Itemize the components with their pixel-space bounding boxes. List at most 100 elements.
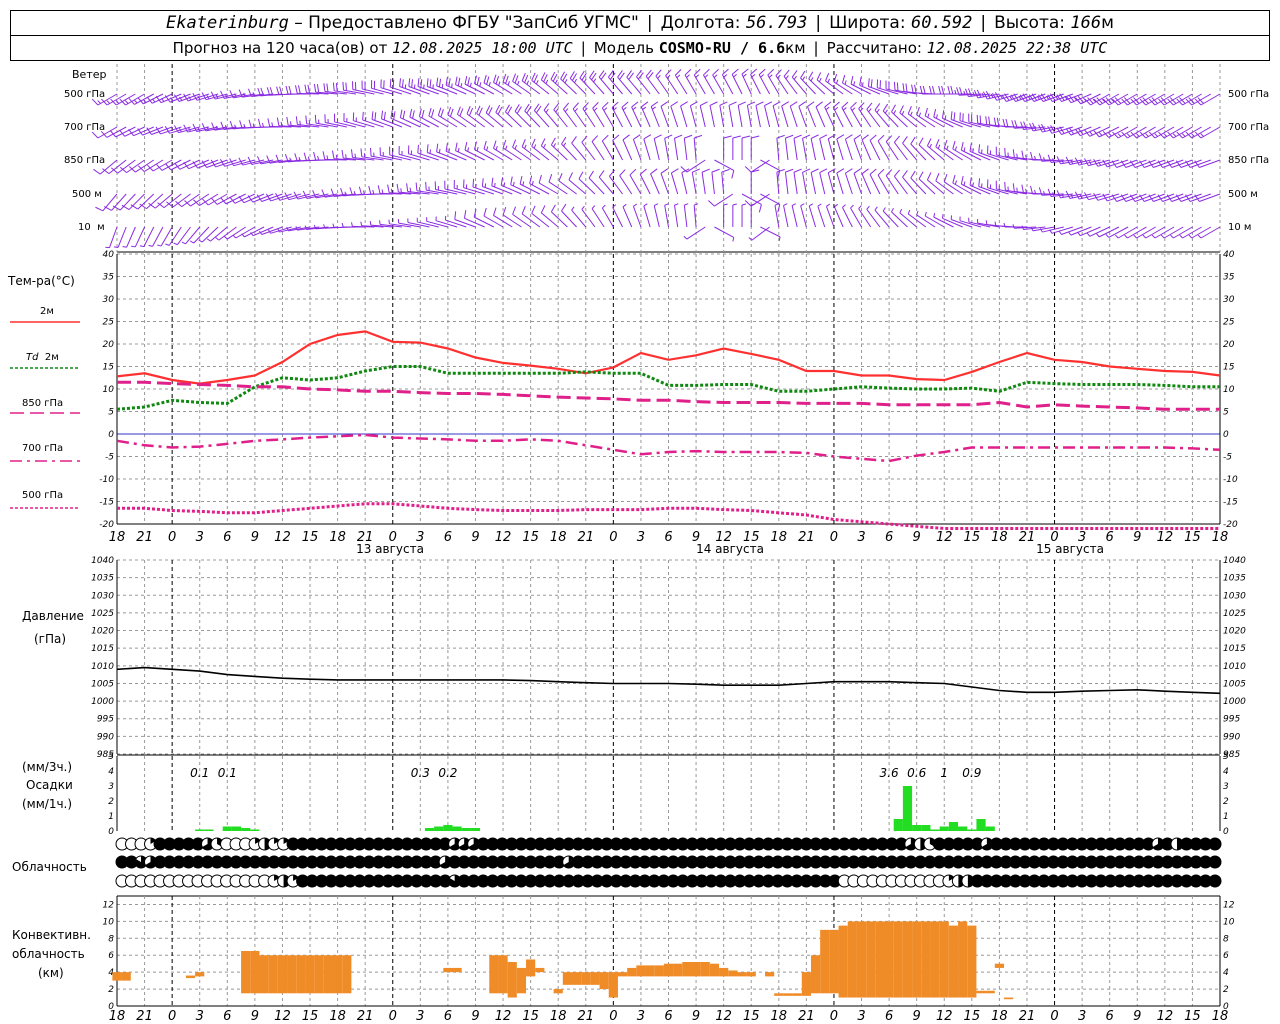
wind-barb-staff (592, 108, 605, 128)
wind-barb-staff (719, 105, 725, 128)
wind-barb-feather (824, 101, 832, 108)
wind-barb-half (280, 121, 283, 126)
wind-barb-feather (693, 134, 703, 139)
temp-x-tick: 21 (798, 530, 815, 545)
wind-barb-feather (670, 101, 679, 107)
conv-x-tick: 9 (913, 1009, 921, 1024)
wind-barb-staff (841, 107, 853, 128)
temp-tick-right: 35 (1223, 273, 1235, 283)
wind-barb-staff (143, 226, 155, 247)
wind-barb-half (1086, 232, 1091, 237)
conv-bar (443, 967, 453, 973)
wind-barb-half (522, 181, 525, 186)
conv-bar (875, 921, 885, 998)
wind-barb-feather (440, 109, 444, 118)
conv-tick-left: 6 (108, 951, 114, 961)
wind-barb-half (593, 78, 597, 83)
conv-x-tick: 12 (715, 1009, 732, 1024)
wind-barb-half (369, 220, 372, 226)
wind-barb-feather (896, 82, 899, 91)
wind-barb-feather (316, 84, 320, 93)
wind-barb (631, 101, 642, 128)
wind-barb-staff (808, 205, 817, 228)
wind-barb-staff (819, 138, 826, 161)
wind-barb-staff (810, 138, 817, 161)
wind-barb (358, 186, 384, 196)
wind-barb-feather (654, 134, 662, 140)
temp-tick-left: 5 (108, 408, 114, 418)
wind-barb-half (1098, 132, 1103, 136)
wind-barb (105, 226, 118, 249)
wind-barb-staff (380, 87, 403, 95)
wind-barb-staff (154, 193, 173, 209)
wind-barb-feather (853, 134, 862, 140)
wind-barb (1021, 150, 1046, 161)
conv-bar (746, 972, 756, 977)
wind-barb-staff (152, 159, 173, 172)
wind-barb-half (181, 241, 186, 245)
wind-barb-half (1197, 234, 1202, 239)
wind-barb (612, 134, 623, 161)
wind-barb (426, 217, 449, 228)
precip-3h-total: 3.6 (880, 766, 899, 780)
wind-barb-feather (902, 83, 905, 92)
wind-barb-half (1124, 234, 1128, 239)
wind-barb-staff (750, 159, 770, 173)
wind-barb-feather (731, 68, 739, 75)
wind-barb (674, 134, 683, 161)
wind-barb-staff (793, 172, 798, 195)
wind-barb-feather (969, 143, 972, 152)
wind-barb-staff (1189, 159, 1211, 168)
wind-barb-staff (802, 172, 807, 195)
wind-barb (601, 204, 614, 228)
conv-bar (185, 975, 196, 979)
wind-barb-feather (429, 79, 432, 88)
precip-bar (250, 829, 260, 831)
wind-barb-half (751, 203, 756, 206)
wind-barb-feather (533, 74, 538, 83)
wind-barb-feather (741, 135, 751, 139)
wind-barb-feather (867, 78, 870, 87)
wind-barb (732, 135, 741, 160)
wind-barb-half (684, 203, 689, 206)
wind-barb-feather (926, 138, 932, 147)
wind-barb-feather (1047, 154, 1052, 163)
wind-barb-staff (601, 140, 614, 161)
conv-tick-left: 8 (108, 934, 114, 944)
wind-barb-feather (798, 101, 806, 107)
conv-bar (571, 972, 582, 985)
wind-barb-feather (841, 74, 846, 84)
wind-barb-half (232, 234, 237, 239)
conv-bar (342, 955, 352, 994)
wind-barb-staff (674, 205, 679, 228)
wind-barb (943, 139, 963, 161)
wind-barb-feather (853, 168, 862, 174)
wind-barb (994, 221, 1018, 228)
temp-x-tick: 18 (109, 530, 126, 545)
wind-barb-feather (953, 112, 956, 121)
conv-x-tick: 15 (743, 1009, 760, 1024)
wind-barb-staff (728, 105, 734, 128)
wind-barb-feather (861, 168, 869, 175)
wind-barb-half (751, 73, 756, 78)
conv-bar (737, 972, 747, 977)
conv-x-tick: 12 (936, 1009, 953, 1024)
wind-barb-half (1145, 133, 1149, 137)
wind-barb-staff (560, 78, 577, 95)
wind-barb-half (741, 203, 747, 206)
wind-barb-feather (297, 85, 301, 94)
temp-tick-left: -10 (99, 475, 114, 485)
wind-barb-feather (314, 114, 317, 124)
wind-barb-staff (491, 185, 513, 195)
wind-barb-staff (853, 173, 862, 195)
temp-x-tick: 3 (857, 530, 865, 545)
conv-x-tick: 6 (885, 1009, 893, 1024)
wind-barb-staff (832, 107, 844, 128)
wind-barb-half (963, 181, 966, 186)
wind-barb-half (583, 78, 587, 83)
conv-bar (452, 967, 462, 973)
wind-barb-half (643, 203, 648, 207)
conv-bar (893, 921, 903, 998)
temp-x-tick: 9 (251, 530, 259, 545)
wind-barb-half (866, 205, 870, 210)
